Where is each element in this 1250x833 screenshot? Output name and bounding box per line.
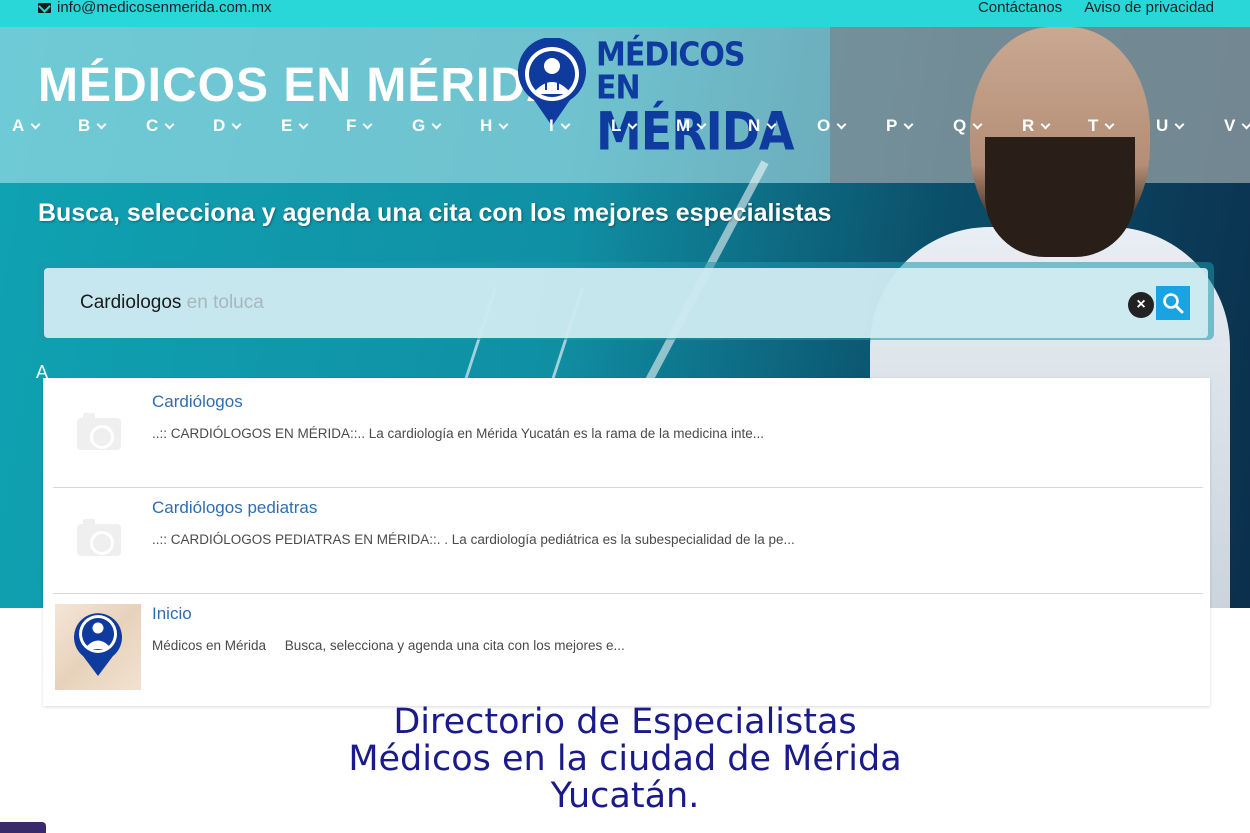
camera-placeholder-icon: [77, 413, 121, 450]
chevron-down-icon: [1174, 119, 1185, 129]
camera-placeholder-icon: [77, 519, 121, 556]
chevron-down-icon: [836, 119, 847, 129]
chevron-down-icon: [164, 119, 175, 129]
chevron-down-icon: [231, 119, 242, 129]
search-query: Cardiologos: [80, 292, 182, 313]
alphabet-menu-item[interactable]: L: [611, 116, 638, 136]
directory-heading: Directorio de Especialistas Médicos en l…: [0, 704, 1250, 815]
alphabet-letter: P: [886, 116, 898, 135]
alphabet-menu-item[interactable]: F: [346, 116, 373, 136]
alphabet-letter: A: [12, 116, 25, 135]
chevron-down-icon: [362, 119, 373, 129]
doctor-pin-icon: [518, 38, 586, 126]
privacy-link[interactable]: Aviso de privacidad: [1084, 0, 1214, 16]
chevron-down-icon: [431, 119, 442, 129]
alphabet-letter: O: [817, 116, 831, 135]
alphabet-letter: E: [281, 116, 293, 135]
alphabet-letter: L: [611, 116, 622, 135]
chevron-down-icon: [1040, 119, 1051, 129]
search-input[interactable]: Cardiologos en toluca ×: [44, 268, 1208, 338]
contact-link[interactable]: Contáctanos: [978, 0, 1062, 16]
chevron-down-icon: [1104, 119, 1115, 129]
alphabet-menu-item[interactable]: O: [817, 116, 847, 136]
alphabet-menu-item[interactable]: C: [146, 116, 175, 136]
directory-heading-line: Yucatán.: [550, 776, 700, 816]
chevron-down-icon: [298, 119, 309, 129]
chevron-down-icon: [30, 119, 41, 129]
close-icon[interactable]: ×: [1128, 292, 1154, 318]
site-logo[interactable]: MÉDICOS EN MÉRIDA: [516, 38, 795, 157]
chevron-down-icon: [627, 119, 638, 129]
alphabet-letter: I: [549, 116, 554, 135]
chevron-down-icon: [903, 119, 914, 129]
alphabet-letter: N: [748, 116, 761, 135]
chevron-down-icon: [766, 119, 777, 129]
chevron-down-icon: [96, 119, 107, 129]
site-title[interactable]: MÉDICOS EN MÉRIDA: [38, 58, 562, 113]
search-button[interactable]: [1156, 286, 1190, 320]
result-description: ..:: CARDIÓLOGOS PEDIATRAS EN MÉRIDA::. …: [152, 532, 795, 547]
search-result-item[interactable]: Cardiólogos pediatras ..:: CARDIÓLOGOS P…: [43, 484, 1210, 590]
alphabet-menu-item[interactable]: Q: [953, 116, 983, 136]
email-text[interactable]: info@medicosenmerida.com.mx: [57, 0, 271, 16]
alphabet-menu-item[interactable]: B: [78, 116, 107, 136]
alphabet-menu-item[interactable]: I: [549, 116, 571, 136]
top-contact-bar: info@medicosenmerida.com.mx Contáctanos …: [0, 0, 1250, 27]
chevron-down-icon: [560, 119, 571, 129]
alphabet-letter: T: [1088, 116, 1099, 135]
alphabet-letter: V: [1224, 116, 1236, 135]
alphabet-menu-item[interactable]: R: [1022, 116, 1051, 136]
alphabet-menu-item[interactable]: G: [412, 116, 442, 136]
chevron-down-icon: [972, 119, 983, 129]
alphabet-menu: ABCDEFGHILMNOPQRTUV: [0, 116, 1250, 138]
alphabet-letter: R: [1022, 116, 1035, 135]
alphabet-letter: Q: [953, 116, 967, 135]
alphabet-letter: M: [676, 116, 691, 135]
chevron-down-icon: [498, 119, 509, 129]
result-title[interactable]: Cardiólogos pediatras: [152, 498, 317, 518]
chevron-down-icon: [696, 119, 707, 129]
corner-badge: [0, 822, 46, 833]
alphabet-letter: H: [480, 116, 493, 135]
alphabet-letter: D: [213, 116, 226, 135]
search-icon: [1163, 293, 1184, 314]
alphabet-menu-item[interactable]: D: [213, 116, 242, 136]
alphabet-letter: F: [346, 116, 357, 135]
alphabet-menu-item[interactable]: M: [676, 116, 707, 136]
search-result-item[interactable]: Cardiólogos ..:: CARDIÓLOGOS EN MÉRIDA::…: [43, 378, 1210, 484]
alphabet-menu-item[interactable]: H: [480, 116, 509, 136]
search-results-dropdown: Cardiólogos ..:: CARDIÓLOGOS EN MÉRIDA::…: [43, 378, 1210, 706]
search-autocomplete-hint: en toluca: [181, 292, 264, 313]
contact-email[interactable]: info@medicosenmerida.com.mx: [38, 0, 271, 16]
alphabet-menu-item[interactable]: U: [1156, 116, 1185, 136]
search-result-item[interactable]: Inicio Médicos en Mérida Busca, seleccio…: [43, 590, 1210, 696]
envelope-icon: [38, 3, 51, 13]
chevron-down-icon: [1241, 119, 1250, 129]
alphabet-menu-item[interactable]: V: [1224, 116, 1250, 136]
alphabet-menu-item[interactable]: E: [281, 116, 309, 136]
directory-heading-line: Médicos en la ciudad de Mérida: [348, 739, 902, 779]
top-links: Contáctanos Aviso de privacidad: [978, 0, 1214, 16]
alphabet-letter: U: [1156, 116, 1169, 135]
alphabet-menu-item[interactable]: N: [748, 116, 777, 136]
result-title[interactable]: Cardiólogos: [152, 392, 243, 412]
alphabet-menu-item[interactable]: P: [886, 116, 914, 136]
alphabet-letter: B: [78, 116, 91, 135]
alphabet-letter: C: [146, 116, 159, 135]
logo-line-1: MÉDICOS EN: [596, 35, 746, 108]
search-container: Cardiologos en toluca ×: [38, 262, 1214, 340]
alphabet-menu-item[interactable]: A: [12, 116, 41, 136]
directory-heading-line: Directorio de Especialistas: [393, 702, 857, 742]
result-description: Médicos en Mérida Busca, selecciona y ag…: [152, 638, 625, 653]
result-title[interactable]: Inicio: [152, 604, 192, 624]
result-description: ..:: CARDIÓLOGOS EN MÉRIDA::.. La cardio…: [152, 426, 765, 441]
alphabet-letter: G: [412, 116, 426, 135]
hero-tagline: Busca, selecciona y agenda una cita con …: [38, 199, 832, 227]
alphabet-menu-item[interactable]: T: [1088, 116, 1115, 136]
